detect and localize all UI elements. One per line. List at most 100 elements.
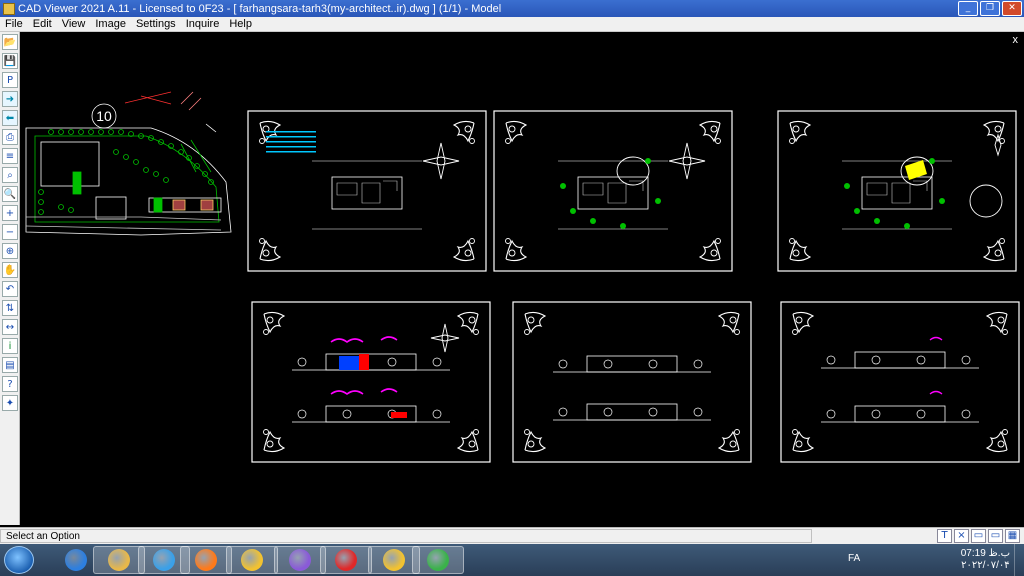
language-indicator[interactable]: FA <box>848 553 860 564</box>
pan-icon[interactable]: ✋ <box>2 262 18 278</box>
room-lines <box>336 180 398 204</box>
ornament-swirl <box>505 238 511 244</box>
zoom-icon[interactable]: 🔍 <box>2 186 18 202</box>
ornament-corner <box>698 120 721 143</box>
zoom-in-icon[interactable]: + <box>2 205 18 221</box>
window-title: CAD Viewer 2021 A.11 - Licensed to 0F23 … <box>18 2 502 15</box>
taskbar-chrome-icon[interactable] <box>226 546 278 574</box>
dimension-line <box>558 160 668 230</box>
menu-inquire[interactable]: Inquire <box>181 18 225 30</box>
plugin-icon[interactable]: ✦ <box>2 395 18 411</box>
title-text-line <box>266 136 316 138</box>
measure-distance-icon[interactable]: ↔ <box>2 319 18 335</box>
elevation-tree <box>558 407 568 417</box>
ornament-swirl <box>789 138 795 144</box>
ornament-corner <box>259 239 282 262</box>
window-controls: _ ❐ ✕ <box>958 1 1022 16</box>
taskbar-cad-viewer-icon[interactable] <box>412 546 464 574</box>
elevation-tree <box>432 357 442 367</box>
close-button[interactable]: ✕ <box>1002 1 1022 16</box>
taskbar-opera-icon[interactable] <box>320 546 372 574</box>
help-icon[interactable]: ? <box>2 376 18 392</box>
tree-symbol <box>38 209 44 215</box>
internet-explorer-glyph <box>65 549 87 571</box>
info-icon[interactable]: i <box>2 338 18 354</box>
green-marker <box>570 208 576 214</box>
tree-symbol <box>108 129 114 135</box>
elevation-tree <box>961 409 971 419</box>
measure-icon[interactable]: ⇅ <box>2 300 18 316</box>
arrow-right-icon[interactable]: ➜ <box>2 91 18 107</box>
tree-symbol <box>48 129 54 135</box>
close-document-button[interactable]: x <box>1013 34 1019 46</box>
show-desktop-button[interactable] <box>1014 544 1024 576</box>
text-icon[interactable]: T <box>937 529 952 543</box>
taskbar: FA 07:19 ب.ظ ۲۰۲۲/۰۷/۰۴ <box>0 544 1024 576</box>
tree-symbol <box>68 207 74 213</box>
layers-icon[interactable]: ≡ <box>2 148 18 164</box>
tree-symbol <box>153 171 159 177</box>
menu-view[interactable]: View <box>57 18 91 30</box>
ornament-corner <box>524 311 547 334</box>
undo-icon[interactable]: ↶ <box>2 281 18 297</box>
ornament-corner <box>985 430 1008 453</box>
binoculars-icon[interactable]: ⌕ <box>2 167 18 183</box>
pdf-icon[interactable]: P <box>2 72 18 88</box>
tree-symbol <box>58 129 64 135</box>
open-folder-icon[interactable]: 📂 <box>2 34 18 50</box>
site-plan <box>25 91 232 236</box>
menu-image[interactable]: Image <box>90 18 131 30</box>
book-icon[interactable]: ▤ <box>2 357 18 373</box>
zoom-window-icon[interactable]: ⊕ <box>2 243 18 259</box>
ornament-swirl <box>473 429 479 435</box>
elevation-tree <box>648 359 658 369</box>
ornament-swirl <box>715 238 721 244</box>
ornament-swirl <box>505 138 511 144</box>
start-button[interactable] <box>4 546 34 574</box>
zoom-out-icon[interactable]: − <box>2 224 18 240</box>
window-icon[interactable]: ▭ <box>971 529 986 543</box>
ornament-corner <box>263 430 286 453</box>
chrome-glyph <box>241 549 263 571</box>
drawing-canvas[interactable]: x 10 <box>21 32 1024 525</box>
sheet-border <box>251 301 491 463</box>
drawing-sheet <box>512 301 752 463</box>
elevation-tree <box>826 409 836 419</box>
ornament-swirl <box>792 125 800 133</box>
clock[interactable]: 07:19 ب.ظ ۲۰۲۲/۰۷/۰۴ <box>961 548 1010 572</box>
taskbar-visual-studio-icon[interactable] <box>274 546 326 574</box>
arrow-left-icon[interactable]: ⬅ <box>2 110 18 126</box>
menu-file[interactable]: File <box>0 18 28 30</box>
grid-icon[interactable]: ▦ <box>1005 529 1020 543</box>
menu-settings[interactable]: Settings <box>131 18 181 30</box>
ornament-corner <box>789 120 812 143</box>
ornament-corner <box>982 120 1005 143</box>
menu-edit[interactable]: Edit <box>28 18 57 30</box>
ornament-swirl <box>508 125 516 133</box>
stair-circle <box>969 184 1003 218</box>
elevation-tree <box>826 355 836 365</box>
north-arrow <box>668 142 706 180</box>
restore-button[interactable]: ❐ <box>980 1 1000 16</box>
save-icon[interactable]: 💾 <box>2 53 18 69</box>
ornament-swirl <box>259 138 265 144</box>
taskbar-firefox-icon[interactable] <box>180 546 232 574</box>
ornament-swirl <box>710 125 718 133</box>
print-icon[interactable]: ⎙ <box>2 129 18 145</box>
ornament-swirl <box>710 249 718 257</box>
green-marker <box>854 208 860 214</box>
drawing-sheet <box>493 110 733 272</box>
file-explorer-glyph <box>108 549 130 571</box>
floor-plan <box>861 176 933 210</box>
menu-help[interactable]: Help <box>224 18 257 30</box>
close-small-icon[interactable]: × <box>954 529 969 543</box>
minimize-button[interactable]: _ <box>958 1 978 16</box>
tree-symbol <box>133 159 139 165</box>
window-icon[interactable]: ▭ <box>988 529 1003 543</box>
green-marker <box>939 198 945 204</box>
title-bar[interactable]: CAD Viewer 2021 A.11 - Licensed to 0F23 … <box>0 0 1024 17</box>
title-text-line <box>266 141 316 143</box>
status-icons: T × ▭ ▭ ▦ <box>937 529 1020 543</box>
tree-symbol <box>88 129 94 135</box>
sheet-border <box>493 110 733 272</box>
